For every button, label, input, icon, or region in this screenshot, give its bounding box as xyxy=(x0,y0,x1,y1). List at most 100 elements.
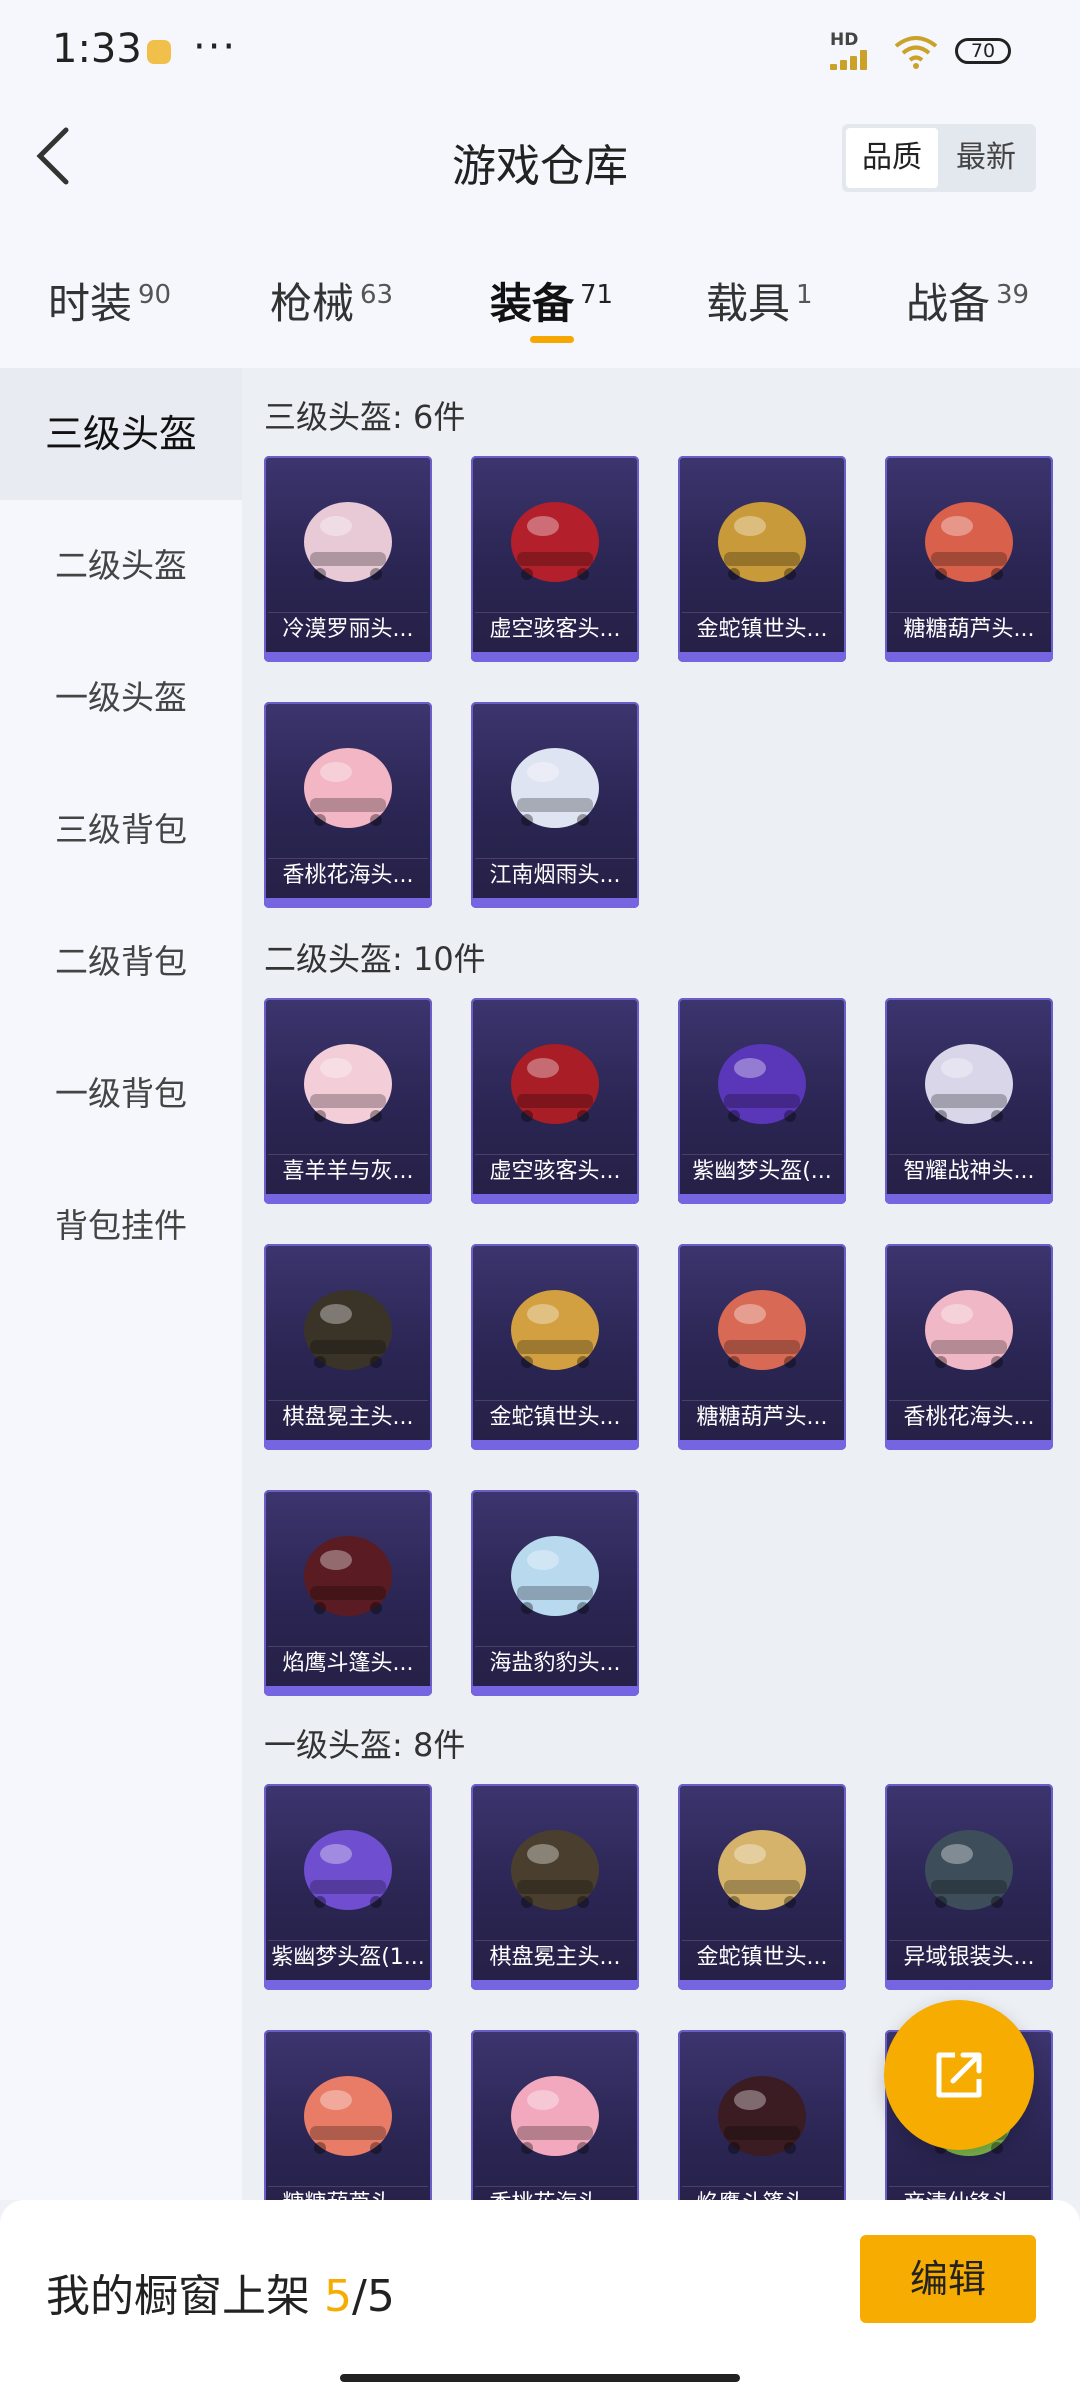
sidebar-item-level1-helmet[interactable]: 一级头盔 xyxy=(0,632,242,764)
sort-newest-button[interactable]: 最新 xyxy=(940,128,1032,188)
item-name: 焰鹰斗篷头... xyxy=(682,2186,842,2200)
page-header: 游戏仓库 品质 最新 xyxy=(0,100,1080,230)
sort-quality-button[interactable]: 品质 xyxy=(846,128,938,188)
item-name: 海盐豹豹头... xyxy=(475,1646,635,1681)
item-card[interactable]: 棋盘冕主头... xyxy=(264,1244,432,1450)
share-fab[interactable] xyxy=(884,2000,1034,2150)
sidebar-item-backpack-charms[interactable]: 背包挂件 xyxy=(0,1160,242,1292)
rarity-bar xyxy=(264,652,432,662)
item-card[interactable]: 香桃花海头... xyxy=(885,1244,1053,1450)
app-notification-icon xyxy=(147,40,171,64)
rarity-bar xyxy=(885,1980,1053,1990)
bottom-bar: 我的橱窗上架 5/5 编辑 xyxy=(0,2200,1080,2400)
rarity-bar xyxy=(678,1980,846,1990)
helmet-icon xyxy=(718,502,806,582)
helmet-icon xyxy=(718,1290,806,1370)
rarity-bar xyxy=(264,898,432,908)
sidebar-item-level3-helmet[interactable]: 三级头盔 xyxy=(0,368,242,500)
section-title: 一级头盔: 8件 xyxy=(264,1726,466,1764)
category-tabs: 时装 90 枪械 63 装备 71 载具 1 战备 39 xyxy=(0,230,1080,368)
rarity-bar xyxy=(471,1980,639,1990)
item-card[interactable]: 香桃花海头... xyxy=(471,2030,639,2200)
helmet-icon xyxy=(304,1044,392,1124)
hd-label: HD xyxy=(830,30,859,50)
rarity-bar xyxy=(885,1440,1053,1450)
item-name: 紫幽梦头盔(... xyxy=(682,1154,842,1189)
rarity-bar xyxy=(471,652,639,662)
home-indicator xyxy=(340,2374,740,2382)
item-name: 焰鹰斗篷头... xyxy=(268,1646,428,1681)
item-name: 冷漠罗丽头... xyxy=(268,612,428,647)
item-card[interactable]: 焰鹰斗篷头... xyxy=(678,2030,846,2200)
item-card[interactable]: 金蛇镇世头... xyxy=(471,1244,639,1450)
rarity-bar xyxy=(471,1440,639,1450)
item-name: 金蛇镇世头... xyxy=(475,1400,635,1435)
tab-equipment[interactable]: 装备 71 xyxy=(490,270,613,331)
sort-toggle: 品质 最新 xyxy=(842,124,1036,192)
rarity-bar xyxy=(471,1194,639,1204)
active-tab-indicator xyxy=(530,336,574,343)
helmet-icon xyxy=(511,502,599,582)
item-card[interactable]: 异域银装头... xyxy=(885,1784,1053,1990)
more-notifications-icon: ··· xyxy=(193,24,238,70)
tab-vehicles[interactable]: 载具 1 xyxy=(706,270,813,331)
item-grid: 三级头盔: 6件 二级头盔: 10件 一级头盔: 8件 冷漠罗丽头... 虚空骇客… xyxy=(242,368,1080,2200)
item-name: 棋盘冕主头... xyxy=(475,1940,635,1975)
helmet-icon xyxy=(304,1830,392,1910)
item-card[interactable]: 紫幽梦头盔(... xyxy=(678,998,846,1204)
sidebar-item-level2-backpack[interactable]: 二级背包 xyxy=(0,896,242,1028)
item-card[interactable]: 智耀战神头... xyxy=(885,998,1053,1204)
sidebar-item-level3-backpack[interactable]: 三级背包 xyxy=(0,764,242,896)
sidebar-item-level2-helmet[interactable]: 二级头盔 xyxy=(0,500,242,632)
tab-weapons[interactable]: 枪械 63 xyxy=(270,270,393,331)
item-name: 虚空骇客头... xyxy=(475,612,635,647)
section-title: 二级头盔: 10件 xyxy=(264,940,486,978)
item-card[interactable]: 喜羊羊与灰... xyxy=(264,998,432,1204)
item-card[interactable]: 糖糖葫芦头... xyxy=(678,1244,846,1450)
item-card[interactable]: 金蛇镇世头... xyxy=(678,1784,846,1990)
rarity-bar xyxy=(885,652,1053,662)
helmet-icon xyxy=(304,1536,392,1616)
item-card[interactable]: 香桃花海头... xyxy=(264,702,432,908)
shelf-status: 我的橱窗上架 5/5 xyxy=(46,2271,395,2322)
item-card[interactable]: 棋盘冕主头... xyxy=(471,1784,639,1990)
item-card[interactable]: 虚空骇客头... xyxy=(471,998,639,1204)
helmet-icon xyxy=(304,502,392,582)
item-card[interactable]: 糖糖葫芦头... xyxy=(264,2030,432,2200)
item-card[interactable]: 焰鹰斗篷头... xyxy=(264,1490,432,1696)
item-card[interactable]: 江南烟雨头... xyxy=(471,702,639,908)
rarity-bar xyxy=(264,1440,432,1450)
item-card[interactable]: 海盐豹豹头... xyxy=(471,1490,639,1696)
item-name: 异域银装头... xyxy=(889,1940,1049,1975)
item-card[interactable]: 金蛇镇世头... xyxy=(678,456,846,662)
item-name: 金蛇镇世头... xyxy=(682,612,842,647)
item-name: 智耀战神头... xyxy=(889,1154,1049,1189)
section-title: 三级头盔: 6件 xyxy=(264,398,466,436)
item-name: 金蛇镇世头... xyxy=(682,1940,842,1975)
edit-button[interactable]: 编辑 xyxy=(860,2235,1036,2323)
item-name: 糖糖葫芦头... xyxy=(889,612,1049,647)
item-card[interactable]: 冷漠罗丽头... xyxy=(264,456,432,662)
item-card[interactable]: 虚空骇客头... xyxy=(471,456,639,662)
helmet-icon xyxy=(925,1290,1013,1370)
helmet-icon xyxy=(511,1044,599,1124)
rarity-bar xyxy=(885,1194,1053,1204)
helmet-icon xyxy=(718,2076,806,2156)
item-name: 江南烟雨头... xyxy=(475,858,635,893)
item-card[interactable]: 紫幽梦头盔(1... xyxy=(264,1784,432,1990)
helmet-icon xyxy=(718,1044,806,1124)
item-name: 香桃花海头... xyxy=(268,858,428,893)
item-name: 糖糖葫芦头... xyxy=(682,1400,842,1435)
sidebar-item-level1-backpack[interactable]: 一级背包 xyxy=(0,1028,242,1160)
tab-fashion[interactable]: 时装 90 xyxy=(48,270,171,331)
helmet-icon xyxy=(304,748,392,828)
rarity-bar xyxy=(264,1686,432,1696)
helmet-icon xyxy=(511,748,599,828)
item-name: 虚空骇客头... xyxy=(475,1154,635,1189)
rarity-bar xyxy=(471,898,639,908)
tab-gear[interactable]: 战备 39 xyxy=(906,270,1029,331)
signal-icon xyxy=(830,50,874,70)
status-time: 1:33 xyxy=(52,26,142,72)
rarity-bar xyxy=(678,1440,846,1450)
item-card[interactable]: 糖糖葫芦头... xyxy=(885,456,1053,662)
